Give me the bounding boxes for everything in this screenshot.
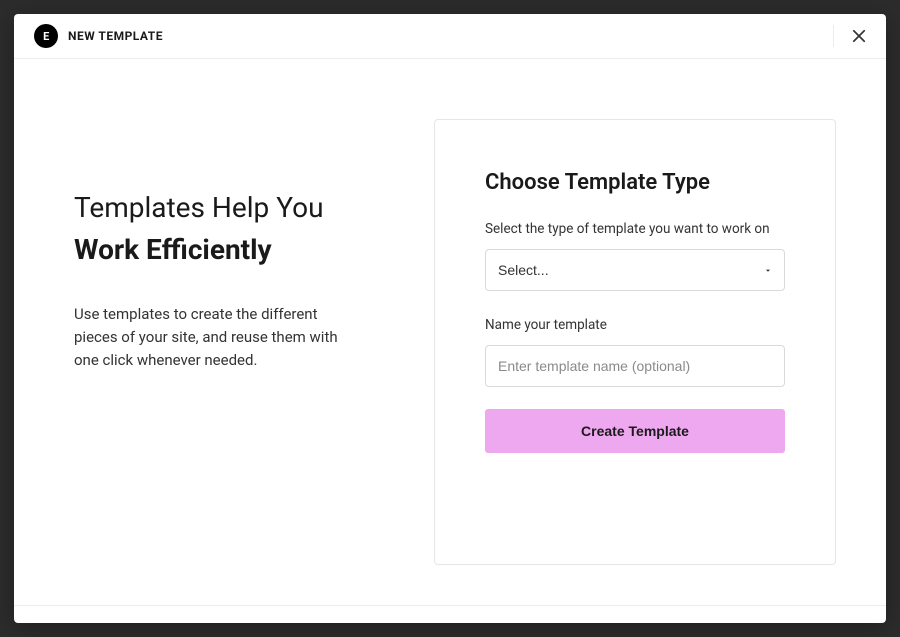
template-name-input[interactable]: [485, 345, 785, 387]
close-icon: [850, 27, 868, 45]
promo-description: Use templates to create the different pi…: [74, 303, 354, 373]
modal-title: NEW TEMPLATE: [68, 29, 163, 43]
modal-body: Templates Help You Work Efficiently Use …: [14, 59, 886, 605]
elementor-logo-icon: E: [34, 24, 58, 48]
close-button[interactable]: [833, 25, 868, 47]
logo-letter: E: [43, 30, 49, 43]
template-type-value: Select...: [498, 262, 549, 278]
promo-column: Templates Help You Work Efficiently Use …: [74, 119, 394, 565]
modal-header: E NEW TEMPLATE: [14, 14, 886, 59]
template-type-label: Select the type of template you want to …: [485, 221, 785, 237]
create-template-button[interactable]: Create Template: [485, 409, 785, 453]
promo-title: Templates Help You: [74, 189, 394, 227]
modal-footer-divider: [14, 605, 886, 623]
form-column: Choose Template Type Select the type of …: [434, 119, 836, 565]
template-type-select-wrap: Select...: [485, 249, 785, 291]
template-type-select[interactable]: Select...: [485, 249, 785, 291]
header-left: E NEW TEMPLATE: [34, 24, 163, 48]
form-title: Choose Template Type: [485, 170, 785, 195]
new-template-modal: E NEW TEMPLATE Templates Help You Work E…: [14, 14, 886, 623]
form-card: Choose Template Type Select the type of …: [434, 119, 836, 565]
template-name-label: Name your template: [485, 317, 785, 333]
promo-subtitle: Work Efficiently: [74, 231, 394, 269]
